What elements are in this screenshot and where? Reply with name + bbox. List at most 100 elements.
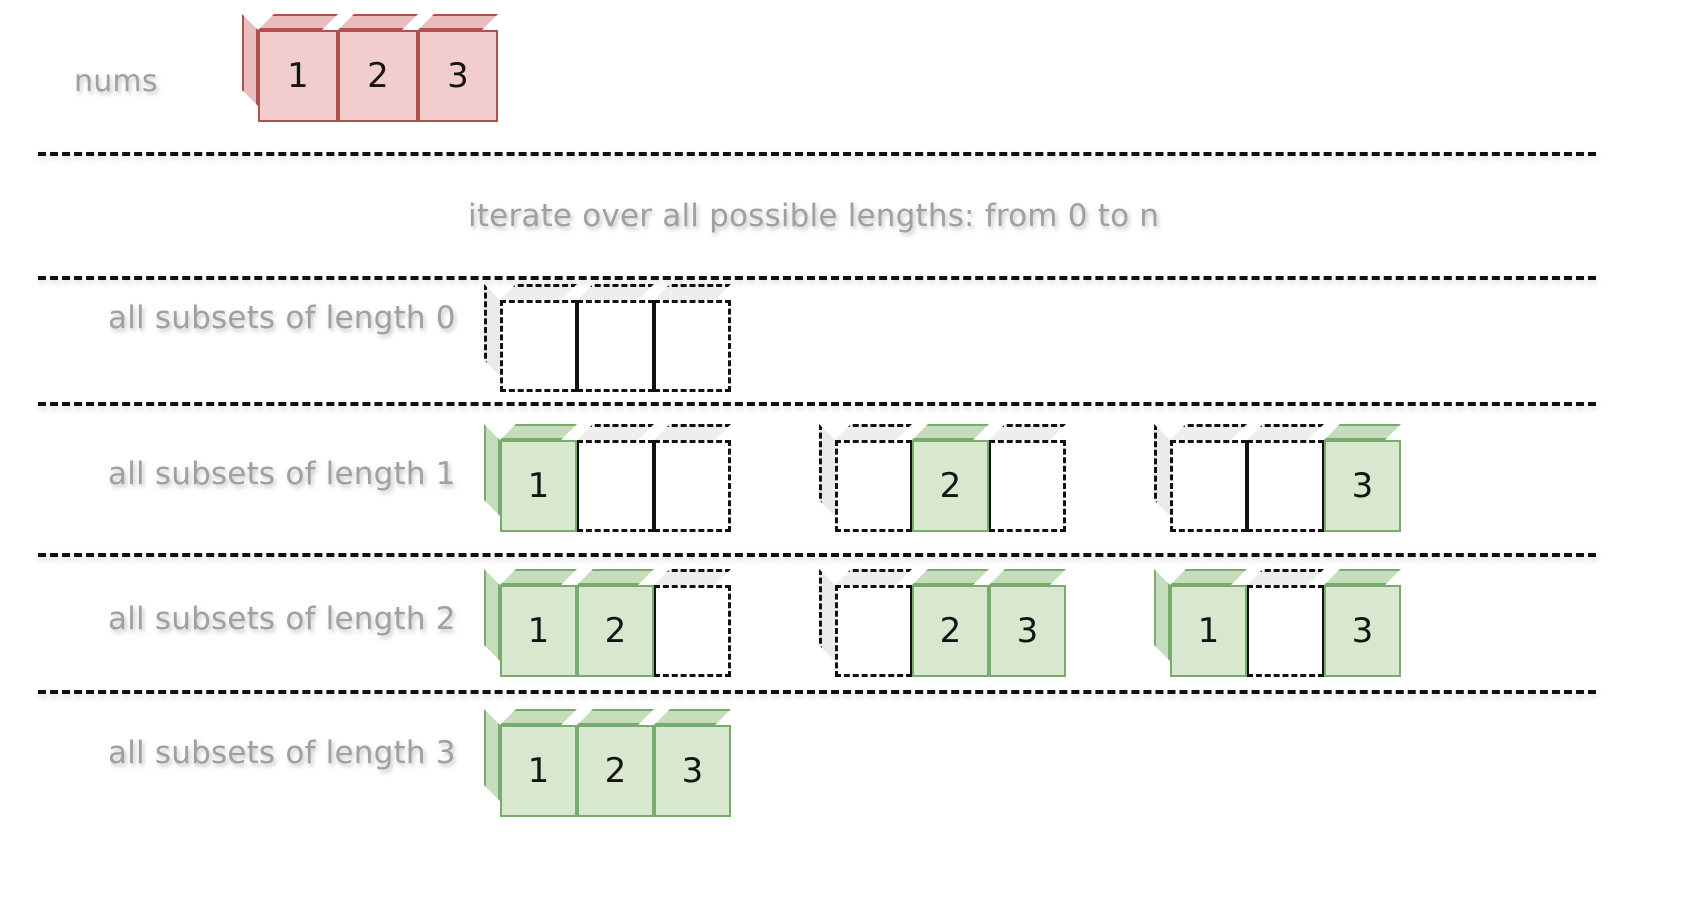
cell-top-face [1247,569,1324,585]
cell-left-face [484,284,500,376]
cell-top-face [1324,569,1401,585]
subset-group-r1-g1: 2 [835,440,1070,540]
cell-value-1: 1 [258,30,338,122]
cell-top-face [989,569,1066,585]
cell-value-3: 3 [989,585,1066,677]
cell-top-face [912,569,989,585]
cell-value-3: 3 [1324,585,1401,677]
cell-top-face [654,424,731,440]
cell-front-face: 3 [1324,585,1401,677]
cell-value-2: 2 [338,30,418,122]
cell-left-face [819,424,835,516]
cell-top-face [577,284,654,300]
dashed-separator-3 [38,553,1596,557]
cell-empty [835,440,912,532]
subset-box-group: 123 [258,30,502,130]
cell-value-2: 2 [912,440,989,532]
cell-front-face: 2 [577,725,654,817]
cell-value-1: 1 [500,725,577,817]
cell-value-2: 2 [577,585,654,677]
subset-group-r0-g0 [500,300,735,400]
cell-top-face [500,284,577,300]
cell-front-face [835,585,912,677]
cell-front-face: 1 [500,585,577,677]
cell-left-face [484,709,500,801]
dashed-separator-4 [38,690,1596,694]
row-label-length-3: all subsets of length 3 [108,735,456,771]
cell-empty [1247,585,1324,677]
cell-front-face [835,440,912,532]
cell-left-face [484,569,500,661]
subset-group-r2-g2: 13 [1170,585,1405,685]
cell-top-face [654,284,731,300]
cell-top-face [1170,424,1247,440]
cell-left-face [242,14,258,106]
cell-front-face: 2 [338,30,418,122]
cell-empty [654,300,731,392]
cell-empty [577,300,654,392]
cell-front-face: 3 [654,725,731,817]
diagram-canvas: nums 123 iterate over all possible lengt… [0,0,1684,898]
cell-front-face [577,440,654,532]
subset-group-r2-g0: 12 [500,585,735,685]
cell-top-face [912,424,989,440]
cell-empty [989,440,1066,532]
cell-front-face: 1 [1170,585,1247,677]
row-label-length-1: all subsets of length 1 [108,456,456,492]
cell-value-3: 3 [418,30,498,122]
cell-front-face: 3 [989,585,1066,677]
row-label-length-0: all subsets of length 0 [108,300,456,336]
cell-front-face [500,300,577,392]
cell-value-1: 1 [500,440,577,532]
cell-front-face [1170,440,1247,532]
cell-value-1: 1 [500,585,577,677]
cell-front-face: 3 [418,30,498,122]
cell-left-face [819,569,835,661]
cell-top-face [577,709,654,725]
cell-top-face [258,14,338,30]
subset-group-r3-g0: 123 [500,725,735,825]
cell-front-face [989,440,1066,532]
cell-front-face [654,300,731,392]
cell-left-face [484,424,500,516]
cell-top-face [989,424,1066,440]
cell-top-face [418,14,498,30]
cell-left-face [1154,424,1170,516]
cell-top-face [654,569,731,585]
cell-front-face: 1 [500,440,577,532]
cell-front-face [577,300,654,392]
cell-value-3: 3 [1324,440,1401,532]
iterate-caption: iterate over all possible lengths: from … [468,198,1160,234]
cell-value-2: 2 [912,585,989,677]
nums-label: nums [74,64,158,99]
cell-top-face [835,569,912,585]
cell-front-face [654,440,731,532]
cell-front-face: 3 [1324,440,1401,532]
cell-empty [500,300,577,392]
cell-value-1: 1 [1170,585,1247,677]
cell-empty [654,585,731,677]
cell-front-face: 2 [912,585,989,677]
dashed-separator-1 [38,276,1596,280]
cell-top-face [835,424,912,440]
cell-empty [835,585,912,677]
cell-left-face [1154,569,1170,661]
cell-empty [1247,440,1324,532]
cell-empty [1170,440,1247,532]
nums-array: 123 [258,30,502,130]
cell-front-face: 2 [577,585,654,677]
subset-group-r1-g0: 1 [500,440,735,540]
cell-top-face [1324,424,1401,440]
cell-top-face [500,424,577,440]
cell-front-face: 1 [258,30,338,122]
cell-front-face [1247,585,1324,677]
cell-front-face: 1 [500,725,577,817]
dashed-separator-0 [38,152,1596,156]
cell-value-3: 3 [654,725,731,817]
cell-top-face [500,569,577,585]
cell-top-face [577,569,654,585]
cell-top-face [500,709,577,725]
cell-top-face [1170,569,1247,585]
cell-front-face [654,585,731,677]
cell-top-face [1247,424,1324,440]
